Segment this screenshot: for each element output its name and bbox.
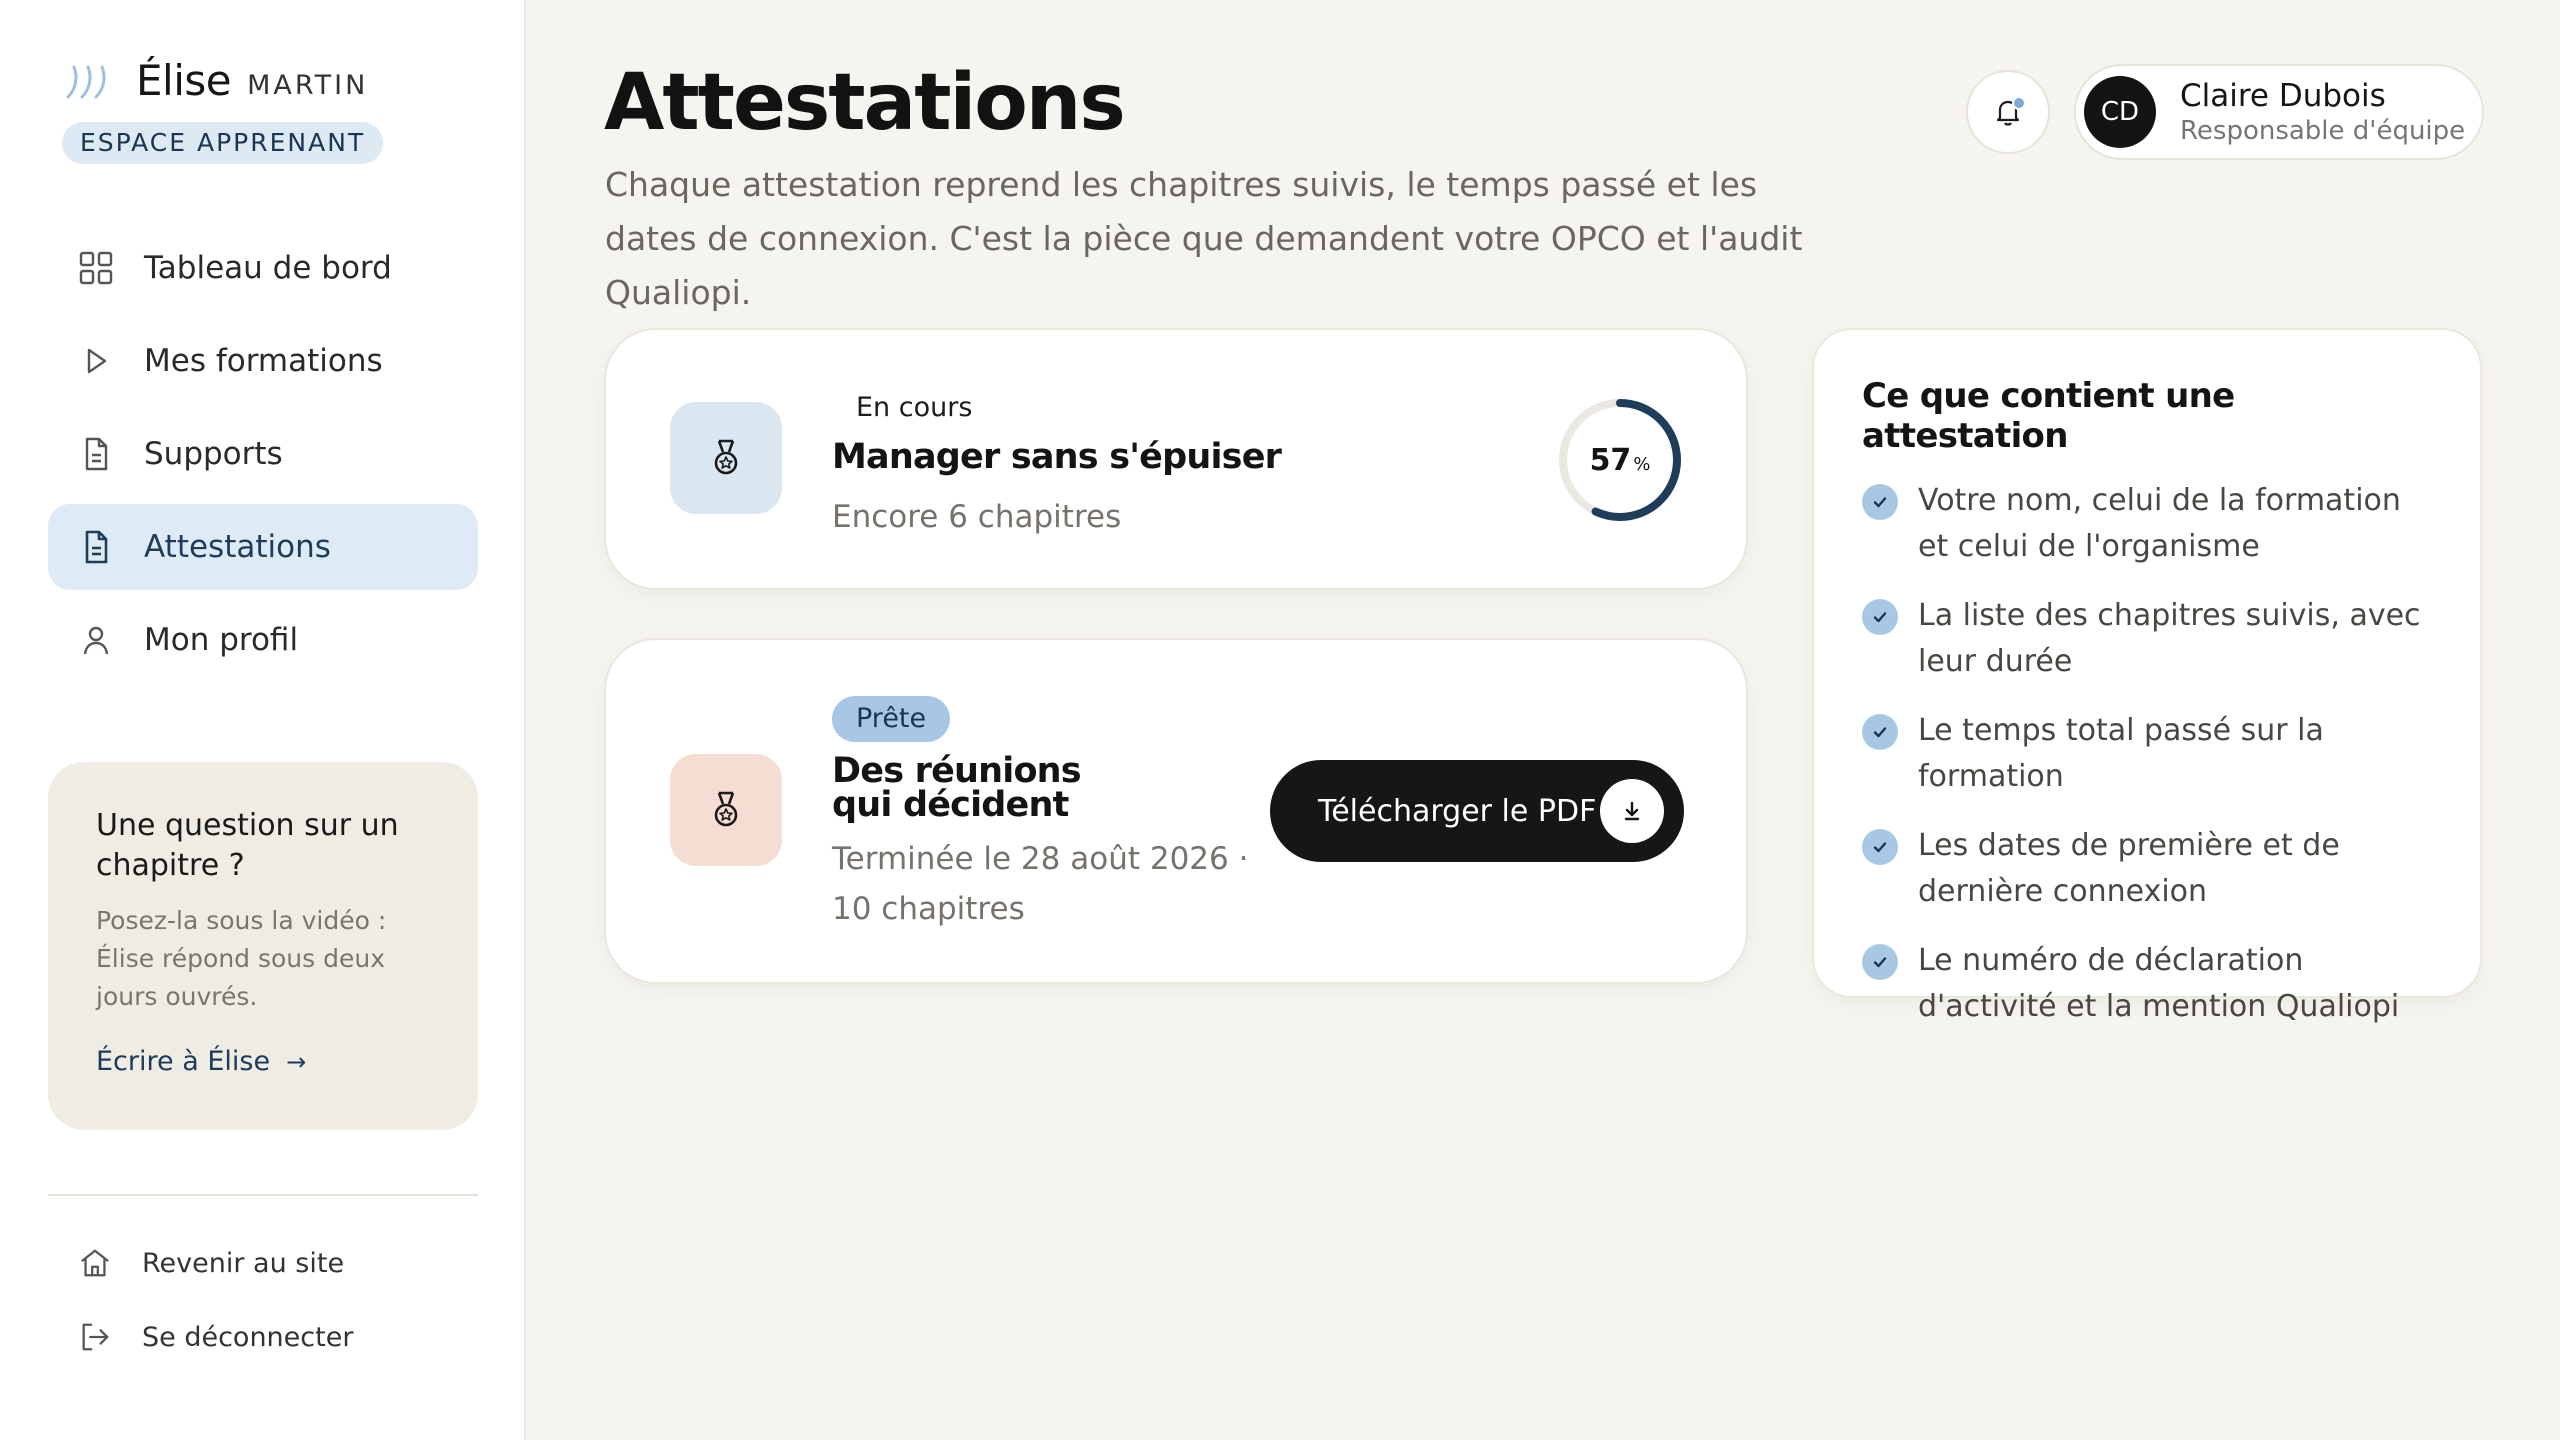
back-to-site-link[interactable]: Revenir au site xyxy=(48,1226,478,1300)
user-name: Claire Dubois xyxy=(2180,78,2386,114)
list-item: Les dates de première et de dernière con… xyxy=(1862,823,2432,915)
page-title: Attestations xyxy=(604,58,1126,148)
course-title: Des réunions qui décident xyxy=(832,751,1082,825)
medal-tile xyxy=(670,754,782,866)
sidebar-item-label: Attestations xyxy=(144,529,331,565)
info-text: Le temps total passé sur la formation xyxy=(1918,713,2324,794)
brand-first-name: Élise xyxy=(136,56,232,105)
footer-item-label: Revenir au site xyxy=(142,1247,345,1279)
home-icon xyxy=(81,1249,109,1277)
footer-nav: Revenir au site Se déconnecter xyxy=(48,1226,478,1374)
download-label: Télécharger le PDF xyxy=(1318,793,1597,829)
check-icon xyxy=(1862,714,1898,750)
play-icon xyxy=(87,348,107,374)
wave-logo-icon xyxy=(66,65,106,98)
user-role: Responsable d'équipe xyxy=(2180,116,2466,146)
list-item: Votre nom, celui de la formation et celu… xyxy=(1862,478,2432,570)
avatar: CD xyxy=(2084,76,2156,148)
logout-icon xyxy=(82,1323,109,1351)
user-info: Claire Dubois Responsable d'équipe xyxy=(2180,78,2465,146)
check-icon xyxy=(1862,484,1898,520)
brand-last-name: MARTIN xyxy=(247,70,369,101)
sidebar-item-label: Tableau de bord xyxy=(144,250,392,286)
help-link-label: Écrire à Élise xyxy=(96,1046,271,1077)
notification-dot xyxy=(2012,96,2026,110)
footer-item-label: Se déconnecter xyxy=(142,1321,354,1353)
brand-logo[interactable]: Élise MARTIN xyxy=(62,56,368,105)
check-icon xyxy=(1862,599,1898,635)
info-title: Ce que contient une attestation xyxy=(1862,376,2235,456)
user-icon xyxy=(83,626,109,655)
medal-icon xyxy=(714,439,738,475)
info-text: Votre nom, celui de la formation et celu… xyxy=(1918,483,2401,564)
sidebar-item-supports[interactable]: Supports xyxy=(48,411,478,497)
main-nav: Tableau de bord Mes formations Supports … xyxy=(48,225,478,690)
sidebar-item-mes-formations[interactable]: Mes formations xyxy=(48,318,478,404)
document-icon xyxy=(85,530,108,564)
info-list: Votre nom, celui de la formation et celu… xyxy=(1862,478,2432,1030)
space-badge: ESPACE APPRENANT xyxy=(62,122,384,164)
course-meta: Encore 6 chapitres xyxy=(832,499,1122,535)
attestation-info-card: Ce que contient une attestation Votre no… xyxy=(1812,328,2482,1024)
sidebar: Élise MARTIN ESPACE APPRENANT Tableau de… xyxy=(0,0,526,1440)
dashboard-grid-icon xyxy=(79,251,113,285)
download-pdf-button[interactable]: Télécharger le PDF xyxy=(1270,760,1684,862)
progress-unit: % xyxy=(1633,453,1651,475)
sidebar-item-label: Supports xyxy=(144,436,283,472)
info-text: Le numéro de déclaration d'activité et l… xyxy=(1918,943,2400,1024)
list-item: Le temps total passé sur la formation xyxy=(1862,708,2432,800)
sidebar-item-tableau-de-bord[interactable]: Tableau de bord xyxy=(48,225,478,311)
help-card: Une question sur un chapitre ? Posez-la … xyxy=(48,762,478,1130)
status-badge: Prête xyxy=(832,696,951,742)
medal-icon xyxy=(714,791,738,827)
sidebar-item-label: Mes formations xyxy=(144,343,383,379)
course-title: Manager sans s'épuiser xyxy=(832,437,1282,477)
check-icon xyxy=(1862,829,1898,865)
sidebar-item-attestations[interactable]: Attestations xyxy=(48,504,478,590)
help-title: Une question sur un chapitre ? xyxy=(96,808,399,883)
sidebar-divider xyxy=(48,1194,478,1196)
notifications-button[interactable] xyxy=(1966,70,2050,154)
info-text: Les dates de première et de dernière con… xyxy=(1918,828,2340,909)
info-text: La liste des chapitres suivis, avec leur… xyxy=(1918,598,2421,679)
document-icon xyxy=(85,437,108,471)
attestation-card: Prête Des réunions qui décident Terminée… xyxy=(604,638,1748,984)
attestation-card: En cours Manager sans s'épuiser Encore 6… xyxy=(604,328,1748,590)
list-item: Le numéro de déclaration d'activité et l… xyxy=(1862,938,2432,1030)
help-text: Posez-la sous la vidéo : Élise répond so… xyxy=(96,906,387,1011)
logout-link[interactable]: Se déconnecter xyxy=(48,1300,478,1374)
medal-tile xyxy=(670,402,782,514)
list-item: La liste des chapitres suivis, avec leur… xyxy=(1862,593,2432,685)
check-icon xyxy=(1862,944,1898,980)
arrow-right-icon: → xyxy=(286,1047,307,1076)
course-meta: Terminée le 28 août 2026 · 10 chapitres xyxy=(832,841,1249,927)
progress-number: 57 xyxy=(1589,442,1632,478)
status-label: En cours xyxy=(856,392,973,423)
progress-value: 57% xyxy=(1554,394,1686,526)
user-menu[interactable]: CD Claire Dubois Responsable d'équipe xyxy=(2074,64,2484,160)
sidebar-item-mon-profil[interactable]: Mon profil xyxy=(48,597,478,683)
page-subtitle: Chaque attestation reprend les chapitres… xyxy=(605,165,1803,312)
sidebar-item-label: Mon profil xyxy=(144,622,299,658)
write-to-elise-link[interactable]: Écrire à Élise → xyxy=(96,1046,430,1077)
download-icon xyxy=(1600,779,1664,843)
